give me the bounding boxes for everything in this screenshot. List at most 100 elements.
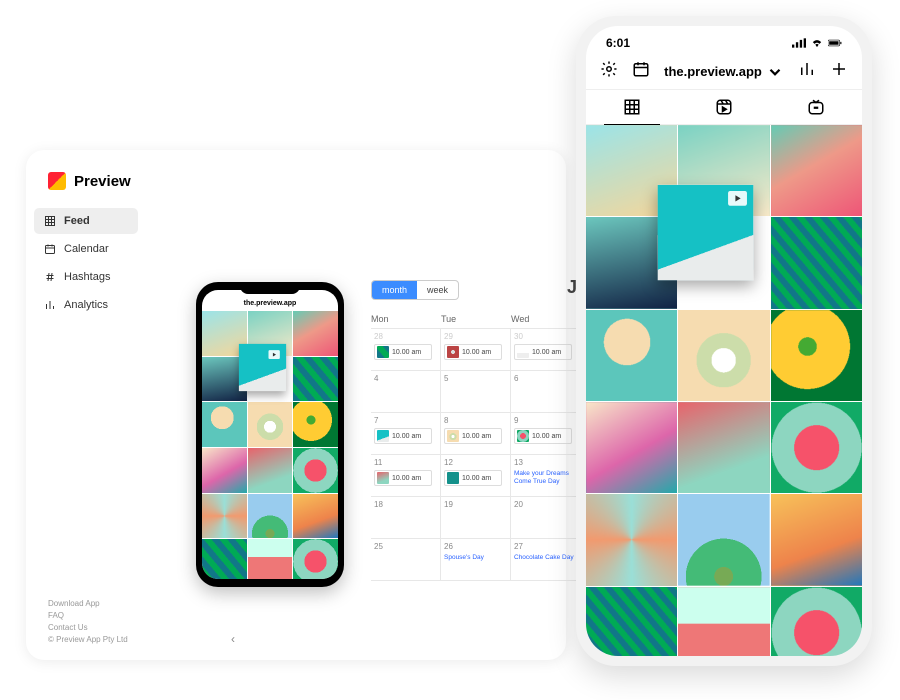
calendar-event[interactable]: 10.00 am [514,428,572,444]
footer-link[interactable]: Download App [48,598,128,610]
feed-tile [248,448,293,493]
feed-tile[interactable] [586,494,677,585]
sidebar-collapse-button[interactable]: ‹ [231,632,235,646]
calendar-holiday-link[interactable]: Chocolate Cake Day [514,554,577,562]
calendar-event[interactable]: 10.00 am [374,344,432,360]
feed-tile[interactable] [586,402,677,493]
feed-tile[interactable] [771,494,862,585]
settings-icon[interactable] [600,60,618,83]
day-header: Wed [511,314,581,324]
calendar-cell[interactable]: 12 10.00 am [441,455,511,497]
feed-tile[interactable] [586,587,677,656]
analytics-icon[interactable] [798,60,816,83]
status-icons [792,38,842,48]
battery-icon [828,38,842,48]
calendar-cell[interactable]: 2810.00 am [371,329,441,371]
status-bar: 6:01 [586,26,862,54]
add-icon[interactable] [830,60,848,83]
event-time: 10.00 am [392,475,421,482]
calendar-cell[interactable]: 6 [511,371,581,413]
toggle-week[interactable]: week [417,281,458,299]
calendar-daynum: 4 [374,374,437,383]
sidebar-item-hashtags[interactable]: Hashtags [34,264,138,290]
wifi-icon [810,38,824,48]
calendar-daynum: 25 [374,542,437,551]
calendar-cell[interactable]: 27 Chocolate Cake Day [511,539,581,581]
event-time: 10.00 am [392,349,421,356]
feed-tile [202,539,247,579]
calendar-event[interactable]: 10.00 am [514,344,572,360]
sidebar-item-calendar[interactable]: Calendar [34,236,138,262]
calendar-icon[interactable] [632,60,650,83]
feed-tile [202,402,247,447]
calendar-event[interactable]: 10.00 am [444,344,502,360]
calendar-cell[interactable]: 25 [371,539,441,581]
feed-tile[interactable] [771,310,862,401]
calendar-cell[interactable]: 5 [441,371,511,413]
feed-tabs [586,89,862,125]
calendar-day-headers: Mon Tue Wed [371,310,581,328]
calendar-daynum: 27 [514,542,577,551]
event-time: 10.00 am [532,433,561,440]
calendar-cell[interactable]: 710.00 am [371,413,441,455]
tab-grid[interactable] [586,90,678,124]
sidebar-item-feed[interactable]: Feed [34,208,138,234]
event-thumb [377,430,389,442]
feed-tile[interactable] [771,217,862,308]
feed-tile[interactable] [771,402,862,493]
calendar-cell[interactable]: 18 [371,497,441,539]
calendar-cell[interactable]: 8 10.00 am [441,413,511,455]
calendar-event[interactable]: 10.00 am [444,428,502,444]
calendar-daynum: 26 [444,542,507,551]
calendar-cell[interactable]: 4 [371,371,441,413]
toggle-month[interactable]: month [372,281,417,299]
account-switcher[interactable]: the.preview.app [664,63,784,81]
phone-mockup: 6:01 the.preview.app [576,16,872,666]
tab-reels[interactable] [678,90,770,124]
feed-tile[interactable] [771,587,862,656]
calendar-daynum: 6 [514,374,577,383]
tab-igtv[interactable] [770,90,862,124]
event-thumb [517,346,529,358]
calendar-cell[interactable]: 26 Spouse's Day [441,539,511,581]
feed-tile [202,494,247,539]
calendar-cell[interactable]: 13Make your Dreams Come True Day [511,455,581,497]
feed-tile[interactable] [678,494,769,585]
calendar-daynum: 8 [444,416,507,425]
feed-tile[interactable] [678,402,769,493]
feed-tile[interactable] [678,310,769,401]
calendar-daynum: 11 [374,458,437,467]
calendar-daynum: 29 [444,332,507,341]
event-time: 10.00 am [392,433,421,440]
calendar-event[interactable]: 10.00 am [374,470,432,486]
feed-tile[interactable] [678,587,769,656]
calendar-cell[interactable]: 30 10.00 am [511,329,581,371]
calendar-view-toggle[interactable]: month week [371,280,459,300]
feed-tile [248,402,293,447]
sidebar-item-label: Feed [64,215,90,227]
footer-link[interactable]: FAQ [48,610,128,622]
footer-copyright: © Preview App Pty Ltd [48,634,128,646]
calendar-daynum: 30 [514,332,577,341]
calendar-cell[interactable]: 11 10.00 am [371,455,441,497]
calendar-cell[interactable]: 19 [441,497,511,539]
calendar-event[interactable]: 10.00 am [374,428,432,444]
chart-icon [44,299,56,311]
day-header: Tue [441,314,511,324]
calendar-cell[interactable]: 29 10.00 am [441,329,511,371]
feed-tile[interactable] [586,310,677,401]
calendar-holiday-link[interactable]: Make your Dreams Come True Day [514,470,577,487]
calendar-cell[interactable]: 910.00 am [511,413,581,455]
calendar-daynum: 12 [444,458,507,467]
calendar-holiday-link[interactable]: Spouse's Day [444,554,507,562]
feed-tile[interactable] [771,125,862,216]
feed-tile[interactable] [658,185,754,281]
feed-tile [239,344,286,391]
event-thumb [447,346,459,358]
event-time: 10.00 am [462,433,491,440]
sidebar-item-label: Analytics [64,299,108,311]
sidebar-item-analytics[interactable]: Analytics [34,292,138,318]
calendar-cell[interactable]: 20 [511,497,581,539]
footer-link[interactable]: Contact Us [48,622,128,634]
calendar-event[interactable]: 10.00 am [444,470,502,486]
